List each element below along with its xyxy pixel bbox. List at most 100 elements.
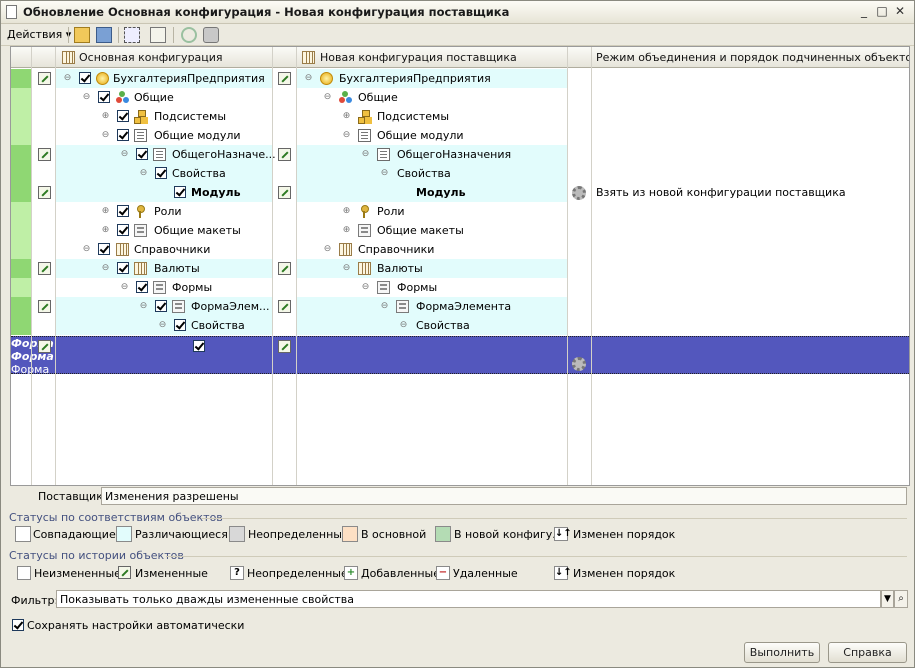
save-icon[interactable] bbox=[96, 27, 112, 43]
status-strip bbox=[11, 259, 31, 278]
catalogs-icon bbox=[339, 243, 352, 256]
report-icon[interactable] bbox=[150, 27, 166, 43]
search-icon[interactable]: ⌕ bbox=[894, 590, 908, 608]
gear-icon[interactable] bbox=[572, 186, 586, 200]
expand-icon[interactable]: ⊕ bbox=[101, 207, 110, 216]
status-strip bbox=[11, 240, 31, 259]
help-button[interactable]: Справка bbox=[828, 642, 907, 663]
checkbox[interactable] bbox=[117, 110, 129, 122]
collapse-icon[interactable]: ⊖ bbox=[399, 321, 408, 330]
refresh-icon[interactable] bbox=[181, 27, 197, 43]
diff-cell bbox=[297, 259, 567, 278]
table-row[interactable]: ⊖ Общие модули ⊖ Общие модули bbox=[11, 126, 909, 145]
status-strip bbox=[11, 221, 31, 240]
run-button[interactable]: Выполнить bbox=[744, 642, 820, 663]
merge-mode-value[interactable]: Взять из новой конфигурации поставщика bbox=[596, 186, 846, 199]
collapse-icon[interactable]: ⊖ bbox=[342, 264, 351, 273]
collapse-icon[interactable]: ⊖ bbox=[361, 150, 370, 159]
settings-wrench-icon[interactable] bbox=[203, 27, 219, 43]
checkbox[interactable] bbox=[174, 186, 186, 198]
table-row[interactable]: ⊖ ОбщегоНазначе... ⊖ ОбщегоНазначения bbox=[11, 145, 909, 164]
checkbox[interactable] bbox=[155, 300, 167, 312]
dropdown-arrow-icon[interactable]: ▼ bbox=[881, 590, 894, 608]
expand-icon[interactable]: ⊕ bbox=[101, 112, 110, 121]
status-match-title: Статусы по соответствиям объектов bbox=[9, 511, 223, 524]
comparison-tree[interactable]: Основная конфигурация Новая конфигурация… bbox=[10, 46, 910, 486]
changed-icon bbox=[278, 340, 291, 353]
maximize-button[interactable]: □ bbox=[875, 5, 889, 19]
form-icon bbox=[396, 300, 409, 313]
table-row[interactable]: ⊖ Справочники ⊖ Справочники bbox=[11, 240, 909, 259]
table-row[interactable]: ⊖ Формы ⊖ Формы bbox=[11, 278, 909, 297]
collapse-icon[interactable]: ⊖ bbox=[323, 245, 332, 254]
checkbox[interactable] bbox=[98, 91, 110, 103]
collapse-icon[interactable]: ⊖ bbox=[158, 321, 167, 330]
document-icon bbox=[6, 5, 17, 19]
collapse-icon[interactable]: ⊖ bbox=[63, 74, 72, 83]
legend-undefined: Неопределенные bbox=[248, 528, 349, 541]
table-row[interactable]: ⊕ Роли ⊕ Роли bbox=[11, 202, 909, 221]
collapse-icon[interactable]: ⊖ bbox=[304, 74, 313, 83]
table-row[interactable]: ⊖ ФормаЭлем... ⊖ ФормаЭлемента bbox=[11, 297, 909, 316]
merge-mode-value[interactable]: Взять из новой конфигурации поставщика bbox=[11, 402, 909, 415]
checkbox[interactable] bbox=[193, 340, 205, 352]
collapse-icon[interactable]: ⊖ bbox=[120, 283, 129, 292]
table-row[interactable]: ⊖ БухгалтерияПредприятия ⊖ БухгалтерияПр… bbox=[11, 69, 909, 88]
compare-icon[interactable] bbox=[124, 27, 140, 43]
table-row[interactable]: ⊕ Подсистемы ⊕ Подсистемы bbox=[11, 107, 909, 126]
collapse-icon[interactable]: ⊖ bbox=[139, 169, 148, 178]
checkbox[interactable] bbox=[117, 224, 129, 236]
expand-icon[interactable]: ⊕ bbox=[101, 226, 110, 235]
tree-item-label: Справочники bbox=[358, 243, 435, 256]
selected-row[interactable]: Форма Форма Форма Объединить с приоритет… bbox=[11, 336, 909, 415]
close-button[interactable]: ✕ bbox=[893, 5, 907, 19]
checkbox[interactable] bbox=[117, 262, 129, 274]
legend-added: Добавленные bbox=[361, 567, 440, 580]
autosave-checkbox[interactable] bbox=[12, 619, 24, 631]
column-merge-mode[interactable]: Режим объединения и порядок подчиненных … bbox=[596, 51, 909, 64]
collapse-icon[interactable]: ⊖ bbox=[342, 131, 351, 140]
collapse-icon[interactable]: ⊖ bbox=[380, 302, 389, 311]
column-divider bbox=[31, 47, 32, 485]
forms-icon bbox=[153, 281, 166, 294]
open-folder-icon[interactable] bbox=[74, 27, 90, 43]
collapse-icon[interactable]: ⊖ bbox=[82, 93, 91, 102]
minimize-button[interactable]: _ bbox=[857, 5, 871, 19]
table-row[interactable]: ⊕ Общие макеты ⊕ Общие макеты bbox=[11, 221, 909, 240]
column-main-config[interactable]: Основная конфигурация bbox=[79, 51, 223, 64]
collapse-icon[interactable]: ⊖ bbox=[82, 245, 91, 254]
expand-icon[interactable]: ⊕ bbox=[342, 207, 351, 216]
actions-menu[interactable]: Действия ▾ bbox=[7, 28, 71, 41]
checkbox[interactable] bbox=[174, 319, 186, 331]
collapse-icon[interactable]: ⊖ bbox=[101, 264, 110, 273]
table-row[interactable]: ⊖ Свойства ⊖ Свойства bbox=[11, 164, 909, 183]
expand-icon[interactable]: ⊕ bbox=[342, 226, 351, 235]
checkbox[interactable] bbox=[117, 129, 129, 141]
collapse-icon[interactable]: ⊖ bbox=[120, 150, 129, 159]
table-row[interactable]: Модуль Модуль Взять из новой конфигураци… bbox=[11, 183, 909, 202]
checkbox[interactable] bbox=[136, 148, 148, 160]
checkbox[interactable] bbox=[98, 243, 110, 255]
toolbar-separator bbox=[118, 27, 119, 43]
table-row[interactable]: ⊖ Валюты ⊖ Валюты bbox=[11, 259, 909, 278]
collapse-icon[interactable]: ⊖ bbox=[380, 169, 389, 178]
status-strip bbox=[11, 107, 31, 126]
expand-icon[interactable]: ⊕ bbox=[342, 112, 351, 121]
filter-select[interactable]: Показывать только дважды измененные свой… bbox=[56, 590, 881, 608]
collapse-icon[interactable]: ⊖ bbox=[323, 93, 332, 102]
collapse-icon[interactable]: ⊖ bbox=[139, 302, 148, 311]
collapse-icon[interactable]: ⊖ bbox=[101, 131, 110, 140]
column-vendor-config[interactable]: Новая конфигурация поставщика bbox=[320, 51, 517, 64]
changed-icon bbox=[38, 186, 51, 199]
gear-icon[interactable] bbox=[572, 357, 586, 371]
table-row[interactable]: ⊖ Общие ⊖ Общие bbox=[11, 88, 909, 107]
merge-mode-value[interactable]: Объединить с приоритетом новой конфигура… bbox=[11, 376, 909, 389]
table-row[interactable]: ⊖ Свойства ⊖ Свойства bbox=[11, 316, 909, 335]
checkbox[interactable] bbox=[136, 281, 148, 293]
checkbox[interactable] bbox=[117, 205, 129, 217]
checkbox[interactable] bbox=[155, 167, 167, 179]
changed-icon bbox=[278, 186, 291, 199]
collapse-icon[interactable]: ⊖ bbox=[361, 283, 370, 292]
checkbox[interactable] bbox=[79, 72, 91, 84]
tree-item-label: Общие макеты bbox=[154, 224, 241, 237]
